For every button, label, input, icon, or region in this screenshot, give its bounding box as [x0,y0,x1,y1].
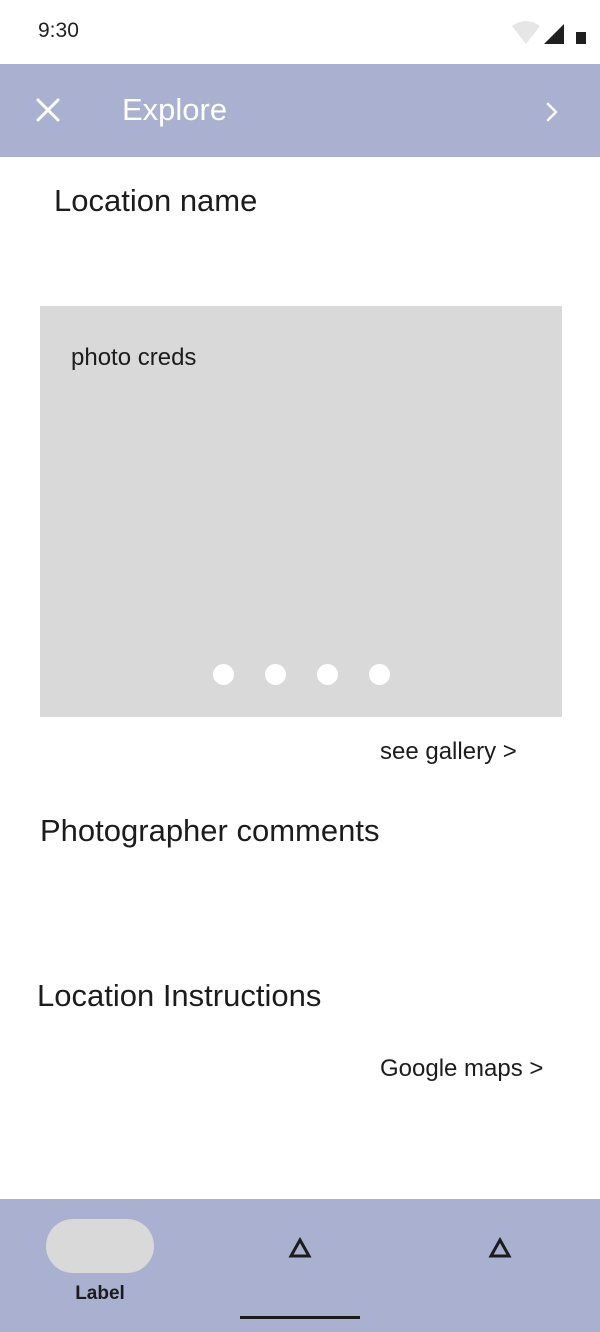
app-bar: Explore [0,64,600,157]
close-button[interactable] [26,88,70,132]
status-bar: 9:30 [0,0,600,64]
close-icon [36,98,60,122]
nav-item-third[interactable] [400,1199,600,1332]
triangle-icon [488,1237,512,1258]
next-button[interactable] [534,92,570,132]
signal-icon [544,24,564,44]
carousel-dot[interactable] [369,664,390,685]
carousel-dots [40,664,562,688]
photographer-comments-heading: Photographer comments [40,813,380,848]
location-name: Location name [54,183,258,218]
photo-credit: photo creds [71,344,197,371]
bottom-navigation: Label [0,1199,600,1332]
triangle-icon [288,1237,312,1258]
nav-item-second[interactable] [200,1199,400,1332]
nav-item-label-text: Label [75,1283,125,1304]
chevron-right-icon [546,102,558,122]
nav-item-label[interactable]: Label [0,1199,200,1332]
status-time: 9:30 [38,19,79,42]
location-instructions-heading: Location Instructions [37,978,322,1013]
battery-icon [576,32,586,44]
nav-active-indicator [240,1316,360,1319]
status-icons [512,21,586,44]
carousel-dot[interactable] [213,664,234,685]
carousel-dot[interactable] [265,664,286,685]
google-maps-link[interactable]: Google maps > [380,1055,543,1083]
carousel-dot[interactable] [317,664,338,685]
photo-carousel[interactable]: photo creds [40,306,562,717]
app-title: Explore [122,92,228,127]
pill-icon [46,1219,154,1273]
see-gallery-link[interactable]: see gallery > [380,738,517,766]
wifi-icon [512,21,540,44]
